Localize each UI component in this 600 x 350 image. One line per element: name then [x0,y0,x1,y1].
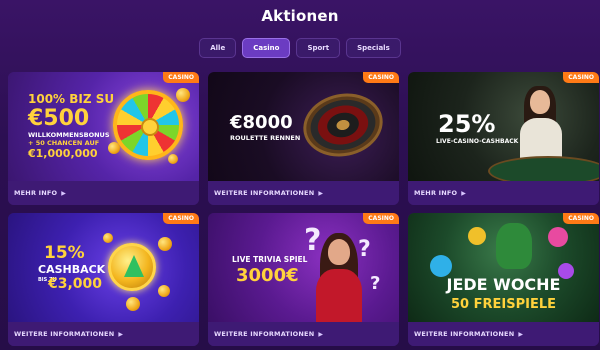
promo-subtitle: WILLKOMMENSBONUS [28,131,110,139]
promo-subtitle: + 50 CHANCEN AUF [28,139,100,147]
coin-icon [158,237,172,251]
promo-card-roulette-race[interactable]: CASINO €8000 ROULETTE RENNEN WEITERE INF… [208,72,399,205]
coin-icon [126,297,140,311]
promo-subtitle: LIVE-CASINO-CASHBACK [436,138,519,145]
leprechaun-illustration [496,223,532,269]
promo-banner-image[interactable]: 25% LIVE-CASINO-CASHBACK [408,72,599,181]
promo-amount: €8000 [230,112,293,133]
page-title: Aktionen [261,7,339,25]
promo-headline: LIVE TRIVIA SPIEL [232,255,308,264]
chevron-right-icon: ▶ [461,189,467,197]
promo-percentage: 25% [438,110,496,138]
promo-amount: €3,000 [48,276,103,292]
promo-card-cashback[interactable]: CASINO 15% CASHBACK BIS ZU €3,000 WEITER… [8,213,199,346]
casino-badge: CASINO [363,213,399,224]
question-mark-icon: ? [370,273,381,294]
promo-subtitle: ROULETTE RENNEN [230,134,301,142]
more-info-link[interactable]: WEITERE INFORMATIONEN ▶ [408,322,599,346]
more-info-label: WEITERE INFORMATIONEN [214,189,315,197]
promo-banner-image[interactable]: €8000 ROULETTE RENNEN [208,72,399,181]
more-info-link[interactable]: MEHR INFO ▶ [8,181,199,205]
dealer-illustration [520,118,562,158]
coin-icon [168,154,178,164]
cashback-shield-icon [108,243,156,291]
character-icon [468,227,486,245]
casino-badge: CASINO [563,72,599,83]
coin-icon [108,142,120,154]
promo-banner-image[interactable]: JEDE WOCHE 50 FREISPIELE [408,213,599,322]
casino-table-icon [488,156,599,181]
coin-icon [176,88,190,102]
tab-specials[interactable]: Specials [346,38,401,58]
promo-jackpot: €1,000,000 [28,147,98,160]
more-info-label: MEHR INFO [414,189,458,197]
promo-card-free-spins[interactable]: CASINO JEDE WOCHE 50 FREISPIELE WEITERE … [408,213,599,346]
chevron-right-icon: ▶ [318,189,324,197]
promo-card-welcome-bonus[interactable]: CASINO 100% BIZ SU €500 WILLKOMMENSBONUS… [8,72,199,205]
promo-card-live-cashback[interactable]: CASINO 25% LIVE-CASINO-CASHBACK MEHR INF… [408,72,599,205]
character-icon [548,227,568,247]
promo-banner-image[interactable]: 15% CASHBACK BIS ZU €3,000 [8,213,199,322]
roulette-wheel-icon [297,86,389,164]
more-info-link[interactable]: WEITERE INFORMATIONEN ▶ [208,181,399,205]
promo-subtitle: 50 FREISPIELE [451,297,556,312]
category-tabs: Alle Casino Sport Specials [0,38,600,58]
promo-banner-image[interactable]: 100% BIZ SU €500 WILLKOMMENSBONUS + 50 C… [8,72,199,181]
more-info-label: WEITERE INFORMATIONEN [214,330,315,338]
more-info-link[interactable]: MEHR INFO ▶ [408,181,599,205]
more-info-label: WEITERE INFORMATIONEN [414,330,515,338]
more-info-label: MEHR INFO [14,189,58,197]
promotions-grid: CASINO 100% BIZ SU €500 WILLKOMMENSBONUS… [8,72,599,346]
promo-amount: €500 [28,106,90,131]
chevron-right-icon: ▶ [318,330,324,338]
fortune-wheel-icon [113,90,183,160]
tab-sport[interactable]: Sport [296,38,341,58]
promo-card-live-trivia[interactable]: CASINO ? ? ? LIVE TRIVIA SPIEL 3000€ WEI… [208,213,399,346]
casino-badge: CASINO [163,72,199,83]
tab-alle[interactable]: Alle [199,38,237,58]
tab-casino[interactable]: Casino [242,38,291,58]
promo-headline: 100% BIZ SU [28,92,115,106]
more-info-label: WEITERE INFORMATIONEN [14,330,115,338]
more-info-link[interactable]: WEITERE INFORMATIONEN ▶ [8,322,199,346]
casino-badge: CASINO [163,213,199,224]
question-mark-icon: ? [304,223,322,258]
promo-subtitle: CASHBACK [38,263,106,276]
casino-badge: CASINO [363,72,399,83]
chevron-right-icon: ▶ [61,189,67,197]
chevron-right-icon: ▶ [518,330,524,338]
promo-amount: 3000€ [236,265,299,286]
chevron-right-icon: ▶ [118,330,124,338]
promo-percentage: 15% [44,243,85,263]
casino-badge: CASINO [563,213,599,224]
more-info-link[interactable]: WEITERE INFORMATIONEN ▶ [208,322,399,346]
dealer-illustration [530,90,550,114]
question-mark-icon: ? [358,237,371,262]
coin-icon [103,233,113,243]
host-illustration [316,269,362,322]
character-icon [430,255,452,277]
coin-icon [158,285,170,297]
promo-banner-image[interactable]: ? ? ? LIVE TRIVIA SPIEL 3000€ [208,213,399,322]
host-illustration [328,239,350,265]
promo-headline: JEDE WOCHE [446,275,561,294]
